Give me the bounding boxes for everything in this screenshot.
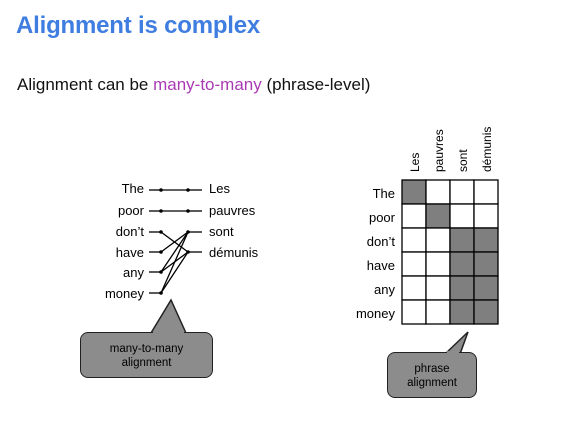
- callout-pointer-left: [150, 298, 187, 334]
- alignment-grid: [401, 179, 499, 325]
- matrix-cell: [449, 275, 475, 301]
- callout-line-1: many-to-many: [109, 343, 184, 355]
- col-label-pauvres: pauvres: [432, 129, 446, 172]
- matrix-cell: [425, 179, 451, 205]
- matrix-cell: [449, 203, 475, 229]
- row-label-the: The: [372, 186, 395, 201]
- matrix-cell: [401, 227, 427, 253]
- row-label-have: have: [366, 258, 395, 273]
- matrix-cell: [473, 299, 499, 325]
- link-any-demunis: [160, 251, 189, 273]
- row-label-money: money: [355, 306, 395, 321]
- matrix-cell: [449, 251, 475, 277]
- many-to-many-callout: many-to-many alignment: [80, 332, 213, 378]
- matrix-cell: [425, 251, 451, 277]
- link-money-demunis: [160, 251, 189, 294]
- row-label-poor: poor: [368, 210, 395, 225]
- callout-seam-left: [153, 331, 184, 335]
- col-label-sont: sont: [456, 149, 470, 172]
- phrase-alignment-callout: phrase alignment: [387, 352, 477, 398]
- matrix-cell: [401, 251, 427, 277]
- callout-line-2: alignment: [407, 377, 457, 389]
- matrix-cell: [473, 203, 499, 229]
- matrix-cell: [401, 275, 427, 301]
- matrix-cell: [449, 179, 475, 205]
- callout-line-2: alignment: [121, 357, 172, 369]
- callout-line-1: phrase: [414, 363, 450, 375]
- matrix-cell: [425, 299, 451, 325]
- matrix-cell: [449, 299, 475, 325]
- matrix-cell: [401, 179, 427, 205]
- matrix-cell: [473, 179, 499, 205]
- link-any-sont: [160, 231, 189, 273]
- matrix-cell: [449, 227, 475, 253]
- matrix-cell: [401, 299, 427, 325]
- matrix-cell: [473, 227, 499, 253]
- matrix-cell: [473, 251, 499, 277]
- col-label-demunis: démunis: [480, 126, 494, 172]
- matrix-cell: [401, 203, 427, 229]
- row-label-any: any: [374, 282, 395, 297]
- col-label-les: Les: [408, 152, 422, 172]
- row-label-dont: don’t: [366, 234, 395, 249]
- matrix-cell: [425, 227, 451, 253]
- matrix-cell: [425, 275, 451, 301]
- matrix-cell: [473, 275, 499, 301]
- matrix-cell: [425, 203, 451, 229]
- callout-seam-right: [447, 351, 459, 355]
